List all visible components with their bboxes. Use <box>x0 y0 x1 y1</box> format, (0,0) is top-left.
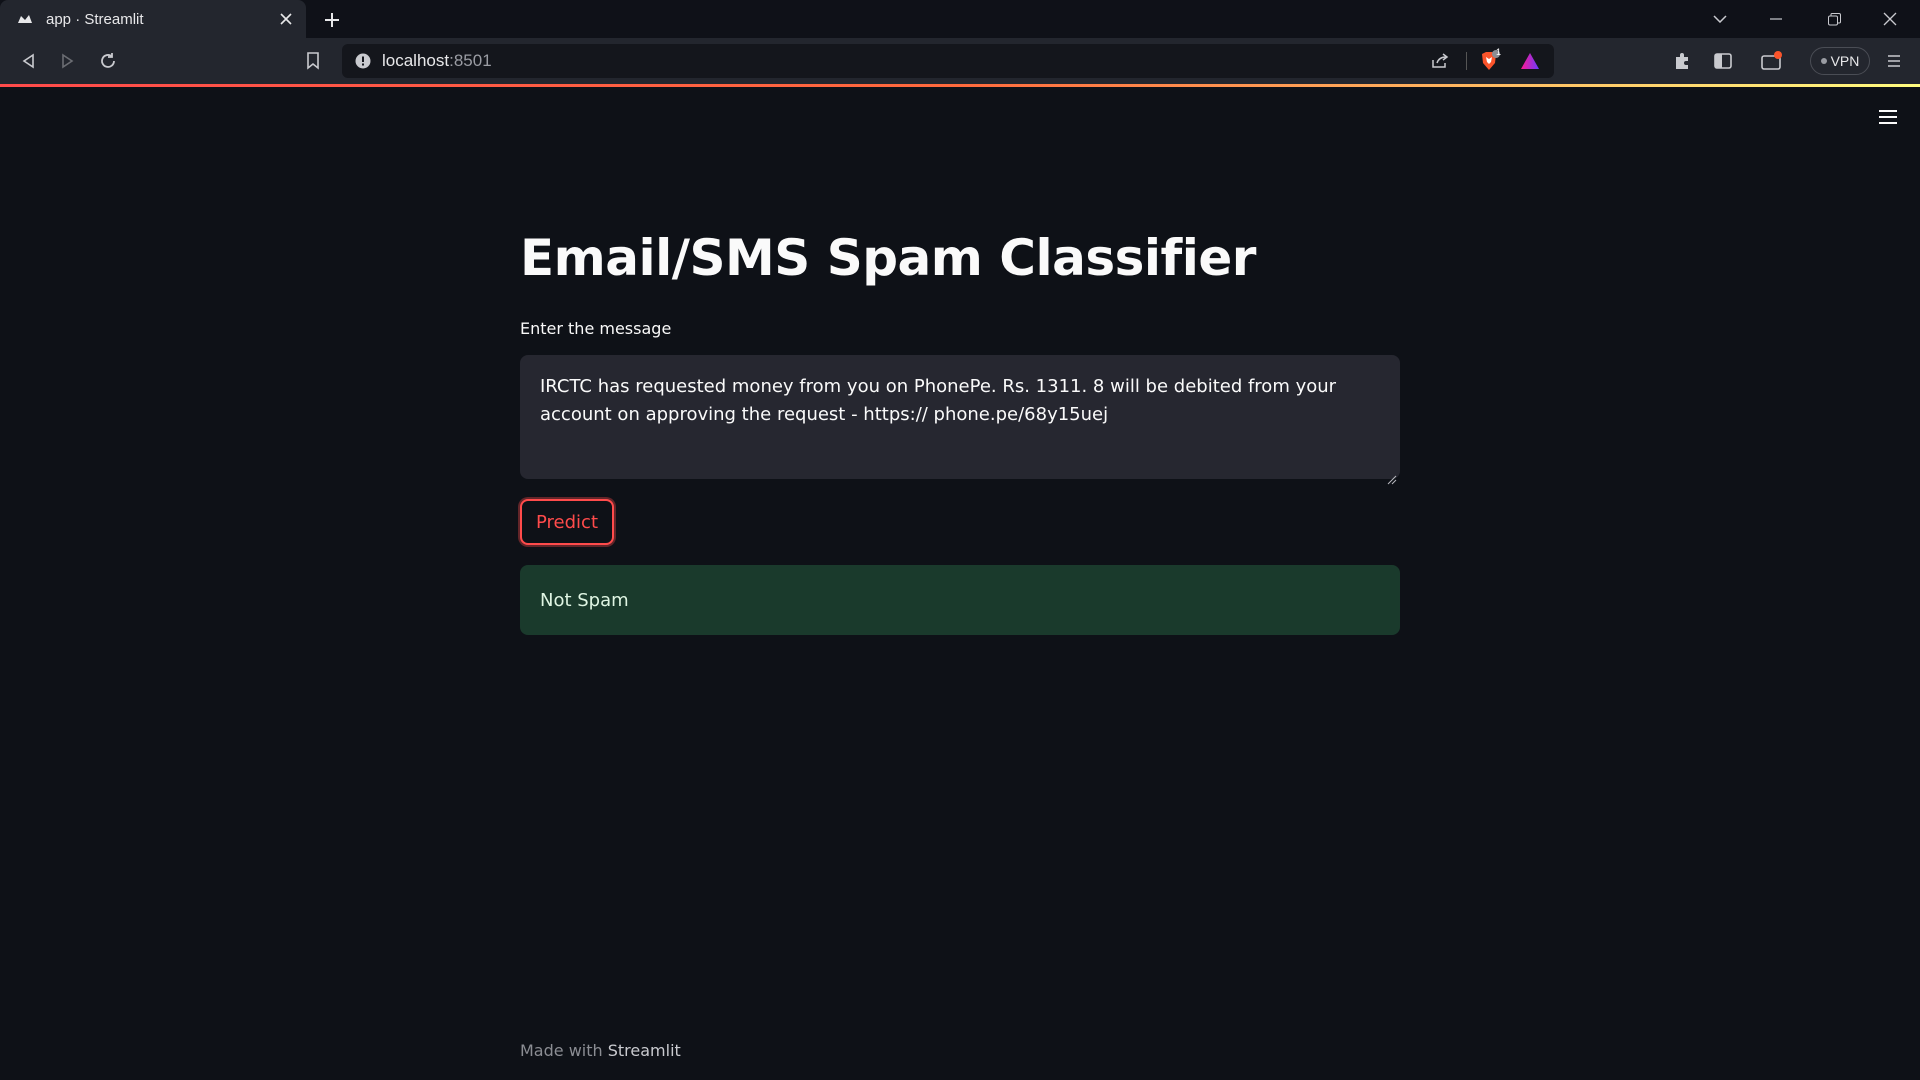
sidebar-icon[interactable] <box>1709 47 1737 75</box>
extensions-icon[interactable] <box>1668 47 1696 75</box>
streamlit-favicon-icon <box>16 10 34 28</box>
vpn-status-dot <box>1820 58 1827 64</box>
brave-badge: 1 <box>1496 47 1502 57</box>
bookmark-icon[interactable] <box>299 47 327 75</box>
address-bar-divider <box>1466 52 1467 70</box>
resize-handle-icon[interactable] <box>1387 466 1397 485</box>
app-viewport: Email/SMS Spam Classifier Enter the mess… <box>0 87 1920 1080</box>
result-alert: Not Spam <box>520 565 1400 635</box>
message-textarea[interactable]: IRCTC has requested money from you on Ph… <box>520 355 1400 485</box>
minimize-icon[interactable] <box>1756 6 1796 32</box>
wallet-icon[interactable] <box>1758 47 1786 75</box>
restore-icon[interactable] <box>1814 6 1854 32</box>
vpn-label: VPN <box>1830 53 1860 69</box>
back-icon[interactable] <box>14 47 42 75</box>
close-tab-icon[interactable] <box>276 9 296 29</box>
tab-search-chevron-down-icon[interactable] <box>1700 6 1740 32</box>
address-bar[interactable]: localhost:8501 1 <box>342 44 1554 78</box>
reload-icon[interactable] <box>94 47 122 75</box>
message-text: IRCTC has requested money from you on Ph… <box>540 376 1337 425</box>
new-tab-plus-icon[interactable] <box>320 8 344 32</box>
app-menu-hamburger-icon[interactable] <box>1876 105 1900 129</box>
streamlit-link[interactable]: Streamlit <box>608 1041 681 1060</box>
vpn-button[interactable]: VPN <box>1810 47 1870 75</box>
close-window-icon[interactable] <box>1870 6 1910 32</box>
tab-strip: app · Streamlit <box>0 0 1920 38</box>
share-icon[interactable] <box>1426 47 1454 75</box>
tab-title: app · Streamlit <box>46 10 144 28</box>
browser-tab[interactable]: app · Streamlit <box>0 0 306 38</box>
browser-menu-icon[interactable] <box>1880 47 1908 75</box>
footer: Made with Streamlit <box>520 1041 681 1060</box>
url-text: localhost:8501 <box>382 51 492 70</box>
browser-toolbar: localhost:8501 1 VPN <box>0 38 1920 84</box>
page-title: Email/SMS Spam Classifier <box>520 229 1256 287</box>
forward-icon[interactable] <box>54 47 82 75</box>
message-input-label: Enter the message <box>520 319 672 338</box>
predict-button[interactable]: Predict <box>520 499 614 545</box>
site-info-icon[interactable] <box>354 52 372 70</box>
result-text: Not Spam <box>540 589 629 611</box>
footer-prefix: Made with <box>520 1041 608 1060</box>
brave-rewards-icon[interactable] <box>1516 47 1544 75</box>
